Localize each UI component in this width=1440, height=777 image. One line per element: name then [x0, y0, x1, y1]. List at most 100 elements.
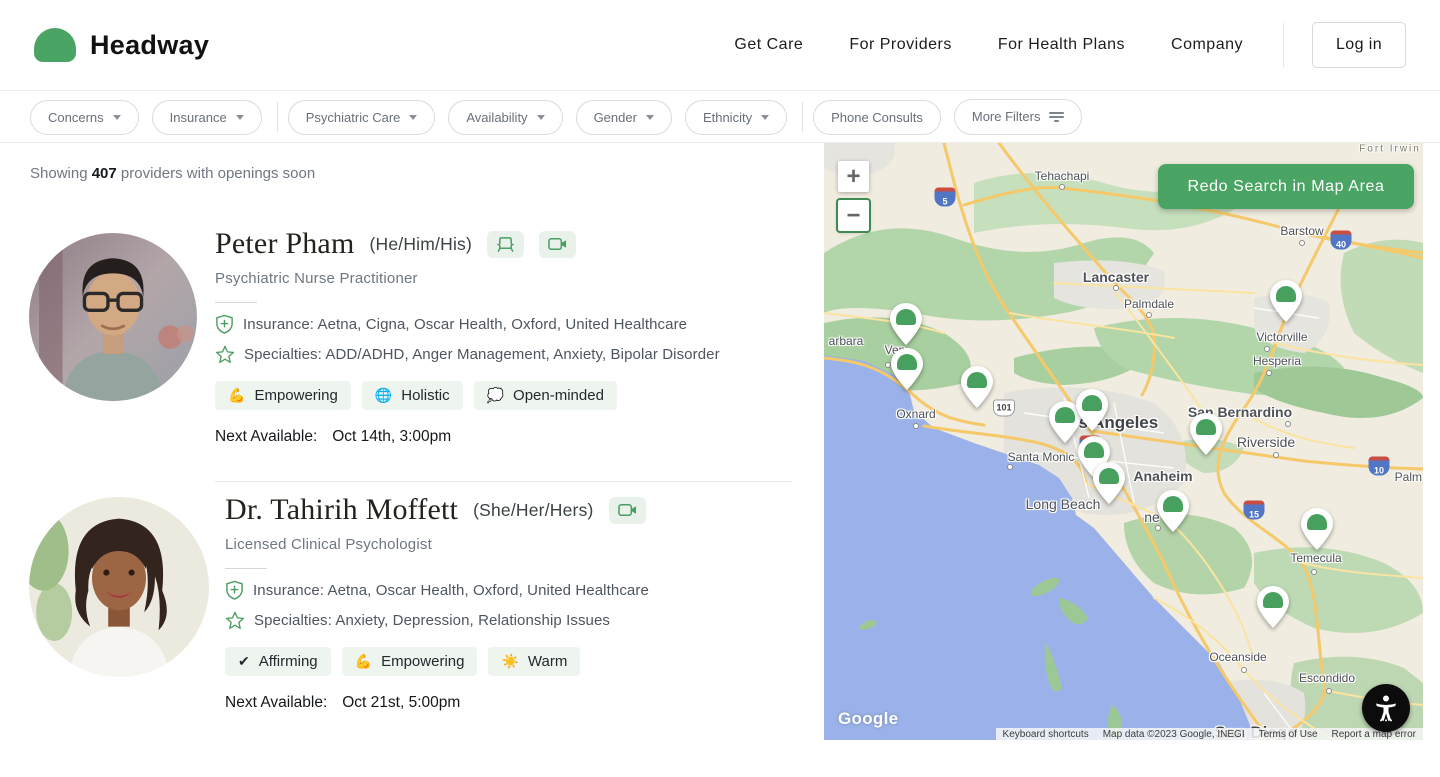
- attribution-link[interactable]: Terms of Use: [1251, 728, 1325, 740]
- trait-badge: ☀️ Warm: [488, 647, 581, 676]
- google-map[interactable]: Fort Irwin Tehachapi Barstow Lancaster Palmd…: [824, 143, 1423, 740]
- accessibility-person-icon: [1376, 695, 1396, 722]
- trait-badges: ✔ Affirming 💪 Empowering ☀️ Warm: [225, 647, 810, 676]
- map-city-dot: [1074, 502, 1080, 508]
- attribution-link[interactable]: Report a map error: [1324, 728, 1423, 740]
- nav-company[interactable]: Company: [1171, 36, 1243, 54]
- accessibility-widget-button[interactable]: [1362, 684, 1410, 732]
- map-provider-pin[interactable]: [1156, 489, 1190, 533]
- filter-label: Gender: [593, 109, 637, 125]
- chevron-down-icon: [536, 114, 545, 120]
- provider-photo-illustration: [29, 233, 197, 401]
- nav-for-health-plans[interactable]: For Health Plans: [998, 36, 1125, 54]
- badge-label: Empowering: [254, 387, 338, 404]
- insurance-shield-icon: [226, 580, 243, 600]
- filter-label: Psychiatric Care: [305, 109, 401, 125]
- provider-photo[interactable]: [29, 497, 209, 677]
- trait-badge: 🌐 Holistic: [361, 381, 463, 410]
- login-button[interactable]: Log in: [1312, 22, 1406, 68]
- interstate-shield-icon: 15: [1243, 500, 1265, 520]
- filter-gender[interactable]: Gender: [575, 99, 672, 135]
- filter-more-filters[interactable]: More Filters: [953, 99, 1083, 135]
- flex-emoji: 💪: [228, 387, 246, 403]
- map-city-dot: [1326, 688, 1332, 694]
- sun-emoji: ☀️: [501, 653, 519, 669]
- nav-divider: [1283, 23, 1284, 67]
- map-city-dot: [1273, 452, 1279, 458]
- map-provider-pin[interactable]: [890, 347, 924, 391]
- in-person-session-chip: [487, 230, 525, 258]
- nav-for-providers[interactable]: For Providers: [849, 36, 952, 54]
- filter-phone-consults[interactable]: Phone Consults: [813, 99, 941, 135]
- check-emoji: ✔: [238, 653, 250, 669]
- filter-label: Phone Consults: [831, 109, 923, 125]
- filter-availability[interactable]: Availability: [448, 99, 563, 135]
- map-provider-pin[interactable]: [1300, 507, 1334, 551]
- provider-name[interactable]: Peter Pham: [215, 227, 354, 261]
- filter-label: More Filters: [971, 109, 1041, 125]
- provider-card[interactable]: Peter Pham (He/Him/His) Psychiatric Nurs…: [215, 227, 800, 446]
- provider-insurance: Insurance: Aetna, Cigna, Oscar Health, O…: [243, 315, 688, 333]
- globe-emoji: 🌐: [374, 387, 393, 403]
- provider-list: Showing 407 providers with openings soon…: [0, 143, 812, 740]
- nav-get-care[interactable]: Get Care: [734, 36, 803, 54]
- map-provider-pin[interactable]: [1075, 388, 1109, 432]
- filter-bar: Concerns Insurance Psychiatric Care Avai…: [0, 92, 1440, 143]
- headway-logo[interactable]: Headway: [34, 28, 209, 62]
- provider-specialties: Specialties: Anxiety, Depression, Relati…: [254, 612, 611, 629]
- map-provider-pin[interactable]: [1256, 585, 1290, 629]
- provider-insurance: Insurance: Aetna, Oscar Health, Oxford, …: [253, 581, 649, 599]
- interstate-shield-icon: 10: [1368, 456, 1390, 476]
- card-divider: [215, 481, 792, 482]
- filter-lines-icon: [1049, 109, 1065, 125]
- filter-label: Concerns: [48, 109, 104, 125]
- thought-emoji: 💭: [486, 387, 505, 403]
- redo-search-button[interactable]: Redo Search in Map Area: [1158, 164, 1414, 209]
- provider-name[interactable]: Dr. Tahirih Moffett: [225, 493, 458, 527]
- next-available-time: Oct 14th, 3:00pm: [332, 428, 452, 445]
- trait-badge: 💭 Open-minded: [473, 381, 617, 410]
- map-provider-pin[interactable]: [960, 365, 994, 409]
- provider-photo[interactable]: [29, 233, 197, 401]
- filter-concerns[interactable]: Concerns: [30, 99, 139, 135]
- chevron-down-icon: [645, 114, 654, 120]
- map-provider-pin[interactable]: [1189, 412, 1223, 456]
- main-nav: Get Care For Providers For Health Plans …: [688, 22, 1406, 68]
- map-provider-pin[interactable]: [1269, 279, 1303, 323]
- results-prefix: Showing: [30, 165, 88, 182]
- headway-logo-icon: [34, 28, 76, 62]
- map-provider-pin[interactable]: [889, 302, 923, 346]
- provider-card[interactable]: Dr. Tahirih Moffett (She/Her/Hers) Licen…: [225, 493, 810, 712]
- video-session-chip: [539, 230, 577, 258]
- map-city-dot: [1285, 421, 1291, 427]
- map-zoom-out-button[interactable]: −: [838, 200, 869, 231]
- provider-specialties: Specialties: ADD/ADHD, Anger Management,…: [244, 346, 720, 363]
- map-zoom-in-button[interactable]: +: [838, 161, 869, 192]
- chevron-down-icon: [235, 114, 244, 120]
- provider-pronouns: (He/Him/His): [369, 233, 473, 254]
- map-city-dot: [1059, 184, 1065, 190]
- results-count: 407: [91, 165, 117, 182]
- attribution-link[interactable]: Keyboard shortcuts: [995, 728, 1096, 740]
- provider-photo-illustration: [29, 497, 209, 677]
- filter-ethnicity[interactable]: Ethnicity: [684, 99, 788, 135]
- next-available-label: Next Available:: [225, 694, 328, 711]
- video-camera-icon: [548, 238, 567, 250]
- map-city-dot: [1241, 667, 1247, 673]
- results-count-line: Showing 407 providers with openings soon: [30, 165, 315, 182]
- map-city-dot: [913, 423, 919, 429]
- trait-badge: ✔ Affirming: [225, 647, 331, 676]
- map-provider-pin[interactable]: [1092, 461, 1126, 505]
- google-logo[interactable]: Google: [838, 709, 898, 729]
- next-available-time: Oct 21st, 5:00pm: [342, 694, 461, 711]
- divider: [225, 568, 267, 569]
- insurance-shield-icon: [216, 314, 233, 334]
- specialties-star-icon: [225, 611, 245, 629]
- filter-insurance[interactable]: Insurance: [151, 99, 262, 135]
- filter-psychiatric-care[interactable]: Psychiatric Care: [287, 99, 436, 135]
- map-city-dot: [1264, 346, 1270, 352]
- map-attribution: Keyboard shortcuts Map data ©2023 Google,…: [995, 728, 1423, 740]
- provider-pronouns: (She/Her/Hers): [473, 499, 594, 520]
- attribution-text: Map data ©2023 Google, INEGI: [1095, 728, 1252, 740]
- armchair-icon: [497, 236, 514, 252]
